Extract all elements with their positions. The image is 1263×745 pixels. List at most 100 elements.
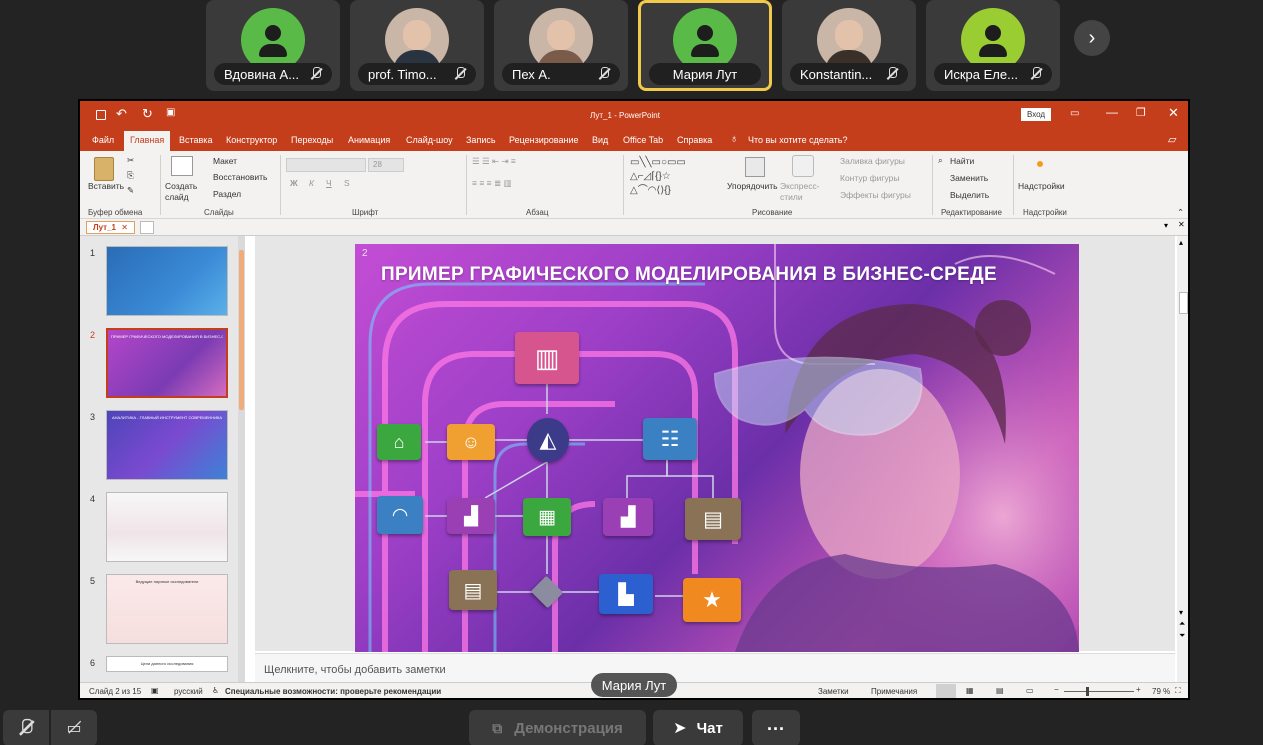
- tab-view[interactable]: Вид: [592, 135, 608, 145]
- comments-icon[interactable]: ▱: [1168, 133, 1176, 146]
- tab-review[interactable]: Рецензирование: [509, 135, 579, 145]
- zoom-slider-thumb[interactable]: [1086, 687, 1089, 696]
- tab-record[interactable]: Запись: [466, 135, 496, 145]
- new-slide-button[interactable]: Создать слайд: [165, 181, 199, 203]
- factory-2-node[interactable]: ▟: [603, 498, 653, 536]
- warehouse-1-node[interactable]: ▤: [685, 498, 741, 540]
- bank-node[interactable]: ⌂: [377, 424, 421, 460]
- hangar-node[interactable]: ◠: [377, 496, 423, 534]
- tab-transitions[interactable]: Переходы: [291, 135, 333, 145]
- normal-view-icon[interactable]: [936, 684, 956, 698]
- slide-scrollbar-thumb[interactable]: [1179, 292, 1188, 314]
- next-slide-icon[interactable]: ⏷: [1179, 631, 1185, 641]
- section-button[interactable]: Раздел: [213, 189, 241, 199]
- paste-button[interactable]: Вставить: [88, 181, 124, 191]
- slide-thumbnail[interactable]: [106, 246, 228, 316]
- find-button[interactable]: Найти: [950, 156, 974, 166]
- slideshow-icon[interactable]: ▭: [1026, 686, 1034, 695]
- addins-button[interactable]: Надстройки: [1018, 181, 1065, 191]
- replace-button[interactable]: Заменить: [950, 173, 988, 183]
- quick-styles-icon[interactable]: [792, 155, 814, 177]
- warehouse-2-node[interactable]: ▤: [449, 570, 497, 610]
- layout-button[interactable]: Макет: [213, 156, 237, 166]
- tab-office-tab[interactable]: Office Tab: [623, 135, 663, 145]
- shapes-gallery[interactable]: ▭╲╲▭○▭▭ △⌐◿⌈{}☆ △⌒◠⟨⟩{}: [630, 156, 720, 200]
- ribbon-display-icon[interactable]: ▭: [1070, 108, 1079, 119]
- redo-icon[interactable]: ↻: [142, 106, 153, 122]
- maximize-icon[interactable]: ❐: [1136, 106, 1146, 119]
- bullets-icon[interactable]: ☰ ☰ ⇤ ⇥ ≡: [472, 156, 516, 167]
- participant-tile[interactable]: Konstantin...: [782, 0, 916, 91]
- quick-styles-button[interactable]: Экспресс-стили: [780, 181, 824, 203]
- zoom-slider[interactable]: [1064, 687, 1134, 696]
- tab-insert[interactable]: Вставка: [179, 135, 212, 145]
- participant-tile[interactable]: Искра Еле...: [926, 0, 1060, 91]
- spellcheck-icon[interactable]: ▣: [151, 686, 159, 695]
- slide-scrollbar[interactable]: ▴ ▾ ⏶ ⏷: [1177, 236, 1188, 682]
- slide-thumbnail[interactable]: Ведущие научные исследователи: [106, 574, 228, 644]
- select-button[interactable]: Выделить: [950, 190, 989, 200]
- next-participants-button[interactable]: ›: [1074, 20, 1110, 56]
- slide-thumbnail[interactable]: Цели данного исследования: [106, 656, 228, 672]
- office-green-node[interactable]: ▦: [523, 498, 571, 536]
- tab-home[interactable]: Главная: [124, 131, 171, 151]
- arrange-icon[interactable]: [745, 157, 765, 177]
- undo-icon[interactable]: ↶: [116, 106, 127, 122]
- tab-design[interactable]: Конструктор: [226, 135, 277, 145]
- more-button[interactable]: ...: [752, 710, 800, 745]
- logo-node[interactable]: ◭: [527, 418, 569, 462]
- camera-toggle-button[interactable]: ▭̸: [51, 710, 97, 745]
- tab-help[interactable]: Справка: [677, 135, 712, 145]
- close-icon[interactable]: ✕: [1168, 105, 1179, 121]
- copy-icon[interactable]: ⎘: [127, 170, 134, 181]
- paste-icon[interactable]: [94, 157, 114, 181]
- thumbs-scrollbar-thumb[interactable]: [239, 250, 244, 410]
- hq-building-node[interactable]: ▥: [515, 332, 579, 384]
- tab-close-icon[interactable]: ✕: [121, 223, 128, 232]
- participant-tile[interactable]: prof. Timo...: [350, 0, 484, 91]
- participant-tile[interactable]: Вдовина А...: [206, 0, 340, 91]
- slide-thumbnail[interactable]: ПРИМЕР ГРАФИЧЕСКОГО МОДЕЛИРОВАНИЯ В БИЗН…: [106, 328, 228, 398]
- zoom-out-icon[interactable]: −: [1054, 685, 1059, 694]
- new-tab-button[interactable]: [140, 221, 154, 234]
- thumbs-scrollbar[interactable]: [238, 236, 245, 682]
- tab-close-all-icon[interactable]: ✕: [1178, 220, 1185, 229]
- arrange-button[interactable]: Упорядочить: [727, 181, 778, 191]
- zoom-in-icon[interactable]: +: [1136, 685, 1141, 694]
- tab-animations[interactable]: Анимация: [348, 135, 390, 145]
- plant-blue-node[interactable]: ▙: [599, 574, 653, 614]
- shape-effects-button[interactable]: Эффекты фигуры: [840, 190, 911, 200]
- participant-tile[interactable]: Пех А.: [494, 0, 628, 91]
- team-node[interactable]: ☷: [643, 418, 697, 460]
- notes-pane[interactable]: Щелкните, чтобы добавить заметки: [255, 653, 1175, 682]
- italic-button[interactable]: К: [309, 178, 314, 188]
- cut-icon[interactable]: ✂: [127, 155, 134, 166]
- present-icon[interactable]: ▣: [166, 107, 175, 118]
- addins-icon[interactable]: [1037, 161, 1043, 167]
- reading-view-icon[interactable]: ▤: [996, 686, 1004, 695]
- tab-file[interactable]: Файл: [92, 135, 114, 145]
- chat-button[interactable]: ➤ Чат: [653, 710, 743, 745]
- format-painter-icon[interactable]: ✎: [127, 185, 134, 196]
- language[interactable]: русский: [174, 687, 203, 696]
- slide-sorter-icon[interactable]: ▦: [966, 686, 974, 695]
- align-icons[interactable]: ≡ ≡ ≡ ≣ ▥: [472, 178, 511, 189]
- comments-toggle[interactable]: Примечания: [871, 687, 917, 696]
- fit-slide-icon[interactable]: ⛶: [1175, 686, 1181, 696]
- prev-slide-icon[interactable]: ⏶: [1179, 619, 1185, 629]
- star-node[interactable]: ★: [683, 578, 741, 622]
- screen-share-button[interactable]: ⧉ Демонстрация: [469, 710, 646, 745]
- zoom-level[interactable]: 79 %: [1152, 687, 1170, 696]
- notes-toggle[interactable]: Заметки: [818, 687, 849, 696]
- scroll-down-icon[interactable]: ▾: [1179, 608, 1183, 617]
- accessibility-status[interactable]: Специальные возможности: проверьте реком…: [225, 687, 441, 696]
- tab-dropdown-icon[interactable]: ▾: [1164, 221, 1168, 230]
- shape-fill-button[interactable]: Заливка фигуры: [840, 156, 905, 166]
- login-button[interactable]: Вход: [1021, 108, 1052, 121]
- shape-outline-button[interactable]: Контур фигуры: [840, 173, 899, 183]
- reset-button[interactable]: Восстановить: [213, 172, 267, 182]
- slide-thumbnail[interactable]: АНАЛИТИКА - ГЛАВНЫЙ ИНСТРУМЕНТ СОВРЕМЕНН…: [106, 410, 228, 480]
- save-icon[interactable]: [96, 110, 106, 120]
- tab-slideshow[interactable]: Слайд-шоу: [406, 135, 453, 145]
- bold-button[interactable]: Ж: [290, 178, 298, 188]
